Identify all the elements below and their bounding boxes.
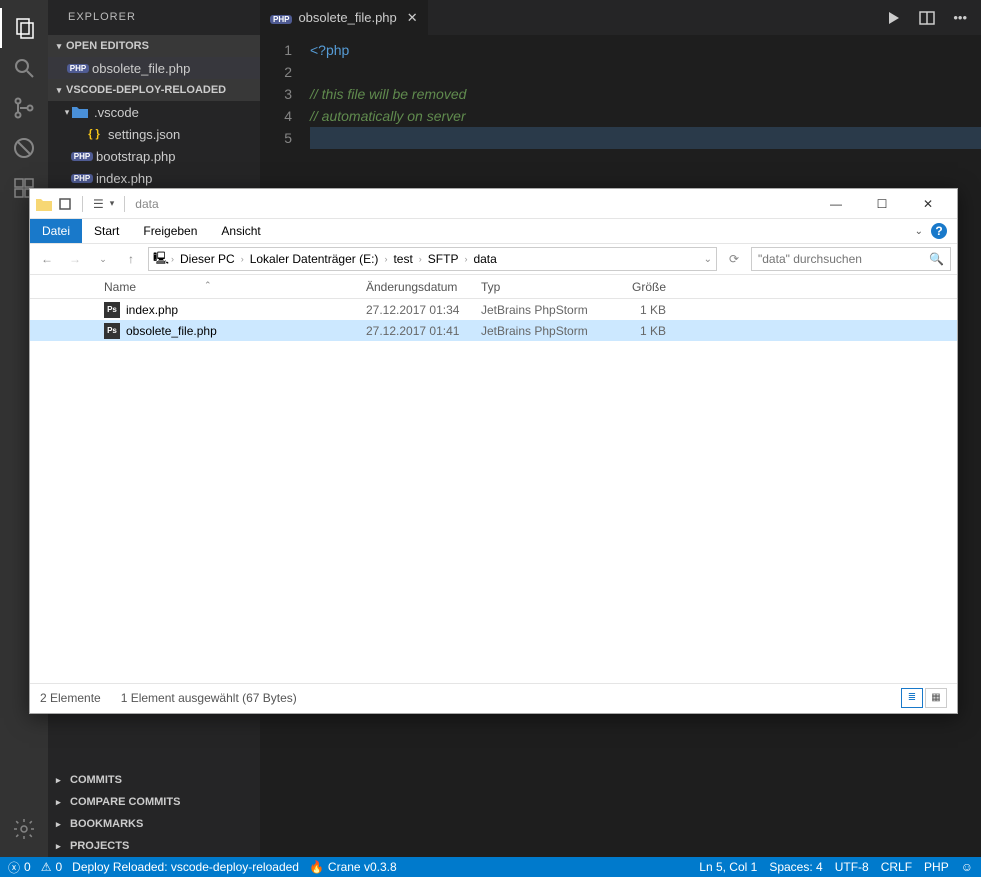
section-bookmarks[interactable]: ▸BOOKMARKS <box>48 813 260 835</box>
window-title: data <box>135 197 158 211</box>
file-settings-json[interactable]: { } settings.json <box>48 123 260 145</box>
status-encoding[interactable]: UTF-8 <box>835 860 869 874</box>
debug-icon[interactable] <box>0 128 48 168</box>
fe-titlebar[interactable]: ☰ ▾ data — ☐ ✕ <box>30 189 957 219</box>
section-compare-commits[interactable]: ▸COMPARE COMMITS <box>48 791 260 813</box>
json-file-icon: { } <box>86 126 102 142</box>
sort-indicator-icon: ⌃ <box>204 280 212 291</box>
open-editor-item[interactable]: PHP obsolete_file.php <box>48 57 260 79</box>
crumb-dropdown-icon[interactable]: ⌄ <box>704 254 712 265</box>
status-lncol[interactable]: Ln 5, Col 1 <box>699 860 757 874</box>
up-button[interactable]: ↑ <box>120 248 142 270</box>
search-box[interactable]: 🔍 <box>751 247 951 271</box>
folder-icon <box>36 197 52 211</box>
help-icon[interactable]: ? <box>931 223 947 239</box>
phpstorm-file-icon: Ps <box>104 323 120 339</box>
fe-address-bar: ← → ⌄ ↑ 🖳› Dieser PC› Lokaler Datenträge… <box>30 243 957 275</box>
php-file-icon: PHP <box>70 60 86 76</box>
recent-dropdown-icon[interactable]: ⌄ <box>92 248 114 270</box>
flame-icon: 🔥 <box>309 860 324 874</box>
status-warnings[interactable]: ⚠0 <box>41 860 62 874</box>
code-line: // this file will be removed <box>310 83 981 105</box>
source-control-icon[interactable] <box>0 88 48 128</box>
phpstorm-file-icon: Ps <box>104 302 120 318</box>
close-button[interactable]: ✕ <box>905 190 951 218</box>
fe-file-list[interactable]: Psindex.php27.12.2017 01:34JetBrains Php… <box>30 299 957 683</box>
ribbon-share[interactable]: Freigeben <box>131 219 209 243</box>
section-projects[interactable]: ▸PROJECTS <box>48 835 260 857</box>
status-errors[interactable]: ⓧ0 <box>8 859 31 876</box>
file-bootstrap-php[interactable]: PHP bootstrap.php <box>48 145 260 167</box>
error-icon: ⓧ <box>8 859 20 876</box>
workspace-header[interactable]: ▾VSCODE-DEPLOY-RELOADED <box>48 79 260 101</box>
folder-vscode[interactable]: ▾ .vscode <box>48 101 260 123</box>
back-button[interactable]: ← <box>36 248 58 270</box>
code-line: // automatically on server <box>310 105 981 127</box>
section-commits[interactable]: ▸COMMITS <box>48 769 260 791</box>
folder-icon <box>72 104 88 120</box>
file-row[interactable]: Psobsolete_file.php27.12.2017 01:41JetBr… <box>30 320 957 341</box>
more-icon[interactable]: ••• <box>953 10 967 26</box>
php-file-icon: PHP <box>74 170 90 186</box>
explorer-title: EXPLORER <box>48 0 260 35</box>
maximize-button[interactable]: ☐ <box>859 190 905 218</box>
code-line: <?php <box>310 39 981 61</box>
details-view-button[interactable]: ≣ <box>901 688 923 708</box>
ribbon-expand-icon[interactable]: ⌄ <box>915 226 923 237</box>
forward-button[interactable]: → <box>64 248 86 270</box>
settings-gear-icon[interactable] <box>0 809 48 849</box>
sidebar-bottom-sections: ▸COMMITS ▸COMPARE COMMITS ▸BOOKMARKS ▸PR… <box>48 769 260 857</box>
open-editors-header[interactable]: ▾OPEN EDITORS <box>48 35 260 57</box>
fe-statusbar: 2 Elemente 1 Element ausgewählt (67 Byte… <box>30 683 957 711</box>
search-icon[interactable] <box>0 48 48 88</box>
status-spaces[interactable]: Spaces: 4 <box>769 860 822 874</box>
fe-ribbon: Datei Start Freigeben Ansicht ⌄ ? <box>30 219 957 243</box>
split-editor-icon[interactable] <box>919 10 935 26</box>
file-explorer-window: ☰ ▾ data — ☐ ✕ Datei Start Freigeben Ans… <box>29 188 958 714</box>
status-bar: ⓧ0 ⚠0 Deploy Reloaded: vscode-deploy-rel… <box>0 857 981 877</box>
status-eol[interactable]: CRLF <box>881 860 912 874</box>
minimize-button[interactable]: — <box>813 190 859 218</box>
pc-icon: 🖳 <box>153 249 169 270</box>
item-count: 2 Elemente <box>40 691 101 705</box>
search-icon[interactable]: 🔍 <box>929 252 944 266</box>
status-deploy[interactable]: Deploy Reloaded: vscode-deploy-reloaded <box>72 860 299 874</box>
refresh-button[interactable]: ⟳ <box>723 248 745 270</box>
tab-obsolete-file[interactable]: PHP obsolete_file.php ✕ <box>260 0 429 35</box>
file-index-php[interactable]: PHP index.php <box>48 167 260 189</box>
line-gutter: 12345 <box>260 35 310 156</box>
search-input[interactable] <box>758 252 929 266</box>
ribbon-view[interactable]: Ansicht <box>209 219 272 243</box>
feedback-icon[interactable]: ☺ <box>961 860 973 874</box>
status-crane[interactable]: 🔥Crane v0.3.8 <box>309 860 397 874</box>
icons-view-button[interactable]: ▦ <box>925 688 947 708</box>
code-line <box>310 61 981 83</box>
selection-info: 1 Element ausgewählt (67 Bytes) <box>121 691 297 705</box>
ribbon-file[interactable]: Datei <box>30 219 82 243</box>
breadcrumb[interactable]: 🖳› Dieser PC› Lokaler Datenträger (E:)› … <box>148 247 717 271</box>
close-icon[interactable]: ✕ <box>407 10 418 26</box>
warning-icon: ⚠ <box>41 860 52 874</box>
php-file-icon: PHP <box>270 10 292 25</box>
dropdown-icon[interactable]: ▾ <box>110 198 115 209</box>
code-editor[interactable]: 12345 <?php // this file will be removed… <box>260 35 981 156</box>
fe-columns[interactable]: Name⌃ Änderungsdatum Typ Größe <box>30 275 957 299</box>
editor-tabs: PHP obsolete_file.php ✕ ••• <box>260 0 981 35</box>
php-file-icon: PHP <box>74 148 90 164</box>
qat-icon[interactable] <box>58 197 72 211</box>
file-row[interactable]: Psindex.php27.12.2017 01:34JetBrains Php… <box>30 299 957 320</box>
run-icon[interactable] <box>885 10 901 26</box>
ribbon-start[interactable]: Start <box>82 219 131 243</box>
status-language[interactable]: PHP <box>924 860 949 874</box>
properties-icon[interactable]: ☰ <box>93 197 104 211</box>
explorer-icon[interactable] <box>0 8 48 48</box>
code-line-current <box>310 127 981 149</box>
